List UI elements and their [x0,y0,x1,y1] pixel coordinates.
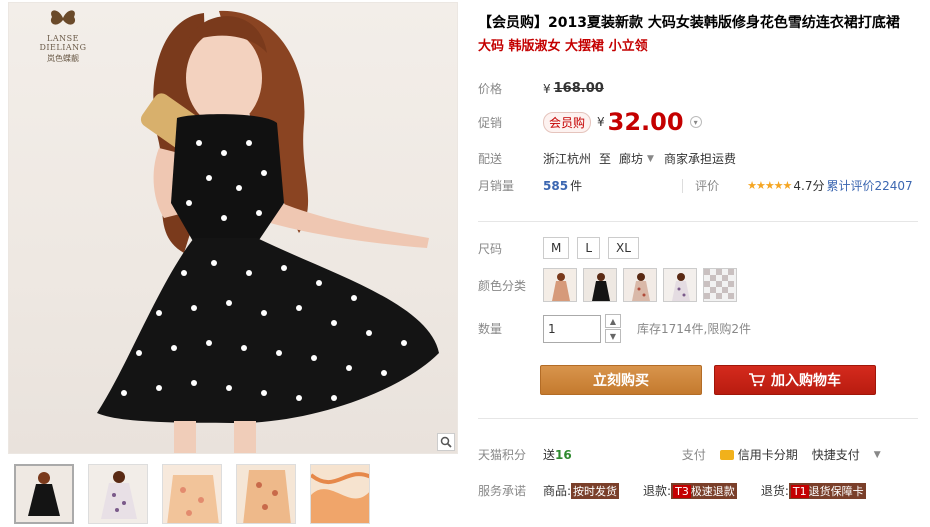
size-option-l[interactable]: L [577,237,601,259]
sales-unit: 件 [570,179,583,193]
color-swatch-3[interactable] [623,268,657,302]
color-label: 颜色分类 [478,278,527,293]
rating-score: 4.7分 [793,179,825,193]
total-reviews-link[interactable]: 累计评价22407 [827,177,913,194]
promo-price: 32.00 [607,108,684,136]
thumbnail-2[interactable] [88,464,148,524]
stock-info: 库存1714件,限购2件 [637,322,751,336]
thumbnail-1[interactable] [14,464,74,524]
service-return-tag[interactable]: T1 退货保障卡 [788,482,866,499]
thumbnail-3[interactable] [162,464,222,524]
quantity-stepper: ▲ ▼ [605,314,621,343]
chevron-down-icon[interactable]: ▼ [647,154,654,164]
tmall-points-label: 天猫积分 [478,448,527,462]
rating-stars: ★★★★★ [747,179,792,192]
cart-icon [749,373,765,387]
zoom-icon [440,436,452,448]
size-option-m[interactable]: M [543,237,570,259]
refund-code: T3 [673,484,691,498]
currency-symbol-promo: ¥ [597,115,605,129]
points-value: 16 [555,447,572,462]
service-return-label: 退货: [760,484,789,498]
quantity-decrease-button[interactable]: ▼ [605,329,621,343]
main-product-photo[interactable]: LANSE DIELIANG 岚色蝶靓 [8,2,458,454]
payment-label: 支付 [681,448,706,462]
brand-logo: LANSE DIELIANG 岚色蝶靓 [23,7,103,64]
service-refund-tag[interactable]: T3 极速退款 [671,482,737,499]
brand-name-cn: 岚色蝶靓 [47,54,79,63]
rating-label: 评价 [695,179,720,193]
shipping-row: 配送 浙江杭州 至 廊坊 ▼ 商家承担运费 [478,150,736,167]
chevron-down-icon[interactable]: ▾ [689,116,702,128]
shipping-label: 配送 [478,152,503,166]
service-goods-tag[interactable]: 按时发货 [571,482,620,499]
product-title: 【会员购】2013夏装新款 大码女装韩版修身花色雪纺连衣裙打底裙 [478,15,900,31]
section-divider [478,221,918,222]
buy-now-button[interactable]: 立刻购买 [540,365,702,395]
shipping-destination-select[interactable]: 廊坊 [619,150,643,167]
add-to-cart-button[interactable]: 加入购物车 [714,365,876,395]
service-goods-label: 商品: [543,484,572,498]
promo-label: 促销 [478,115,503,130]
points-payment-row: 天猫积分 送 16 支付 信用卡分期 快捷支付 ▼ [478,446,881,463]
price-label: 价格 [478,82,503,96]
shipping-note: 商家承担运费 [663,152,736,166]
quantity-increase-button[interactable]: ▲ [605,314,621,328]
service-row: 服务承诺 商品: 按时发货 退款: T3 极速退款 退货: T1 退货保障卡 [478,482,866,499]
original-price: 168.00 [553,81,604,96]
zoom-button[interactable] [437,433,455,451]
service-label: 服务承诺 [478,484,527,498]
model-illustration [97,10,439,453]
currency-symbol: ¥ [543,81,551,96]
fast-pay[interactable]: 快捷支付 [812,446,860,463]
sales-label: 月销量 [478,179,515,193]
credit-card-icon [719,449,734,460]
points-send: 送 [543,448,556,462]
butterfly-logo-icon [50,10,76,25]
shipping-to-word: 至 [599,152,612,166]
chevron-down-icon[interactable]: ▼ [874,450,881,460]
color-swatch-5[interactable] [703,268,737,302]
sales-row: 月销量 585 件 评价 ★★★★★ 4.7分 累计评价22407 [478,177,913,194]
quantity-row: 数量 ▲ ▼ 库存1714件,限购2件 [478,314,751,343]
section-divider [478,418,918,419]
service-refund-label: 退款: [643,484,672,498]
quantity-label: 数量 [478,322,503,336]
thumbnail-4[interactable] [236,464,296,524]
add-to-cart-label: 加入购物车 [771,373,841,389]
product-header: 【会员购】2013夏装新款 大码女装韩版修身花色雪纺连衣裙打底裙 大码 韩版淑女… [478,12,918,58]
price-panel: 价格 ¥ 168.00 促销 会员购 ¥ 32.00 ▾ 配送 浙江杭州 至 廊… [470,70,930,200]
return-code: T1 [790,484,809,498]
size-label: 尺码 [478,241,503,256]
thumbnail-strip [14,464,370,524]
credit-card-installment[interactable]: 信用卡分期 [738,446,798,463]
brand-name: LANSE DIELIANG [39,34,87,52]
thumbnail-5[interactable] [310,464,370,524]
shipping-from: 浙江杭州 [543,152,592,166]
color-row: 颜色分类 [478,268,743,302]
size-option-xl[interactable]: XL [608,237,639,259]
member-tag: 会员购 [543,111,592,133]
color-swatch-2[interactable] [583,268,617,302]
divider [682,178,684,193]
product-subtitle: 大码 韩版淑女 大摆裙 小立领 [478,39,648,54]
sales-count: 585 [543,178,569,193]
color-swatch-1[interactable] [543,268,577,302]
size-row: 尺码 M L XL [478,237,647,259]
color-swatch-4[interactable] [663,268,697,302]
quantity-input[interactable] [543,314,601,343]
promo-price-row: 促销 会员购 ¥ 32.00 ▾ [478,108,702,136]
original-price-row: 价格 ¥ 168.00 [478,80,604,97]
